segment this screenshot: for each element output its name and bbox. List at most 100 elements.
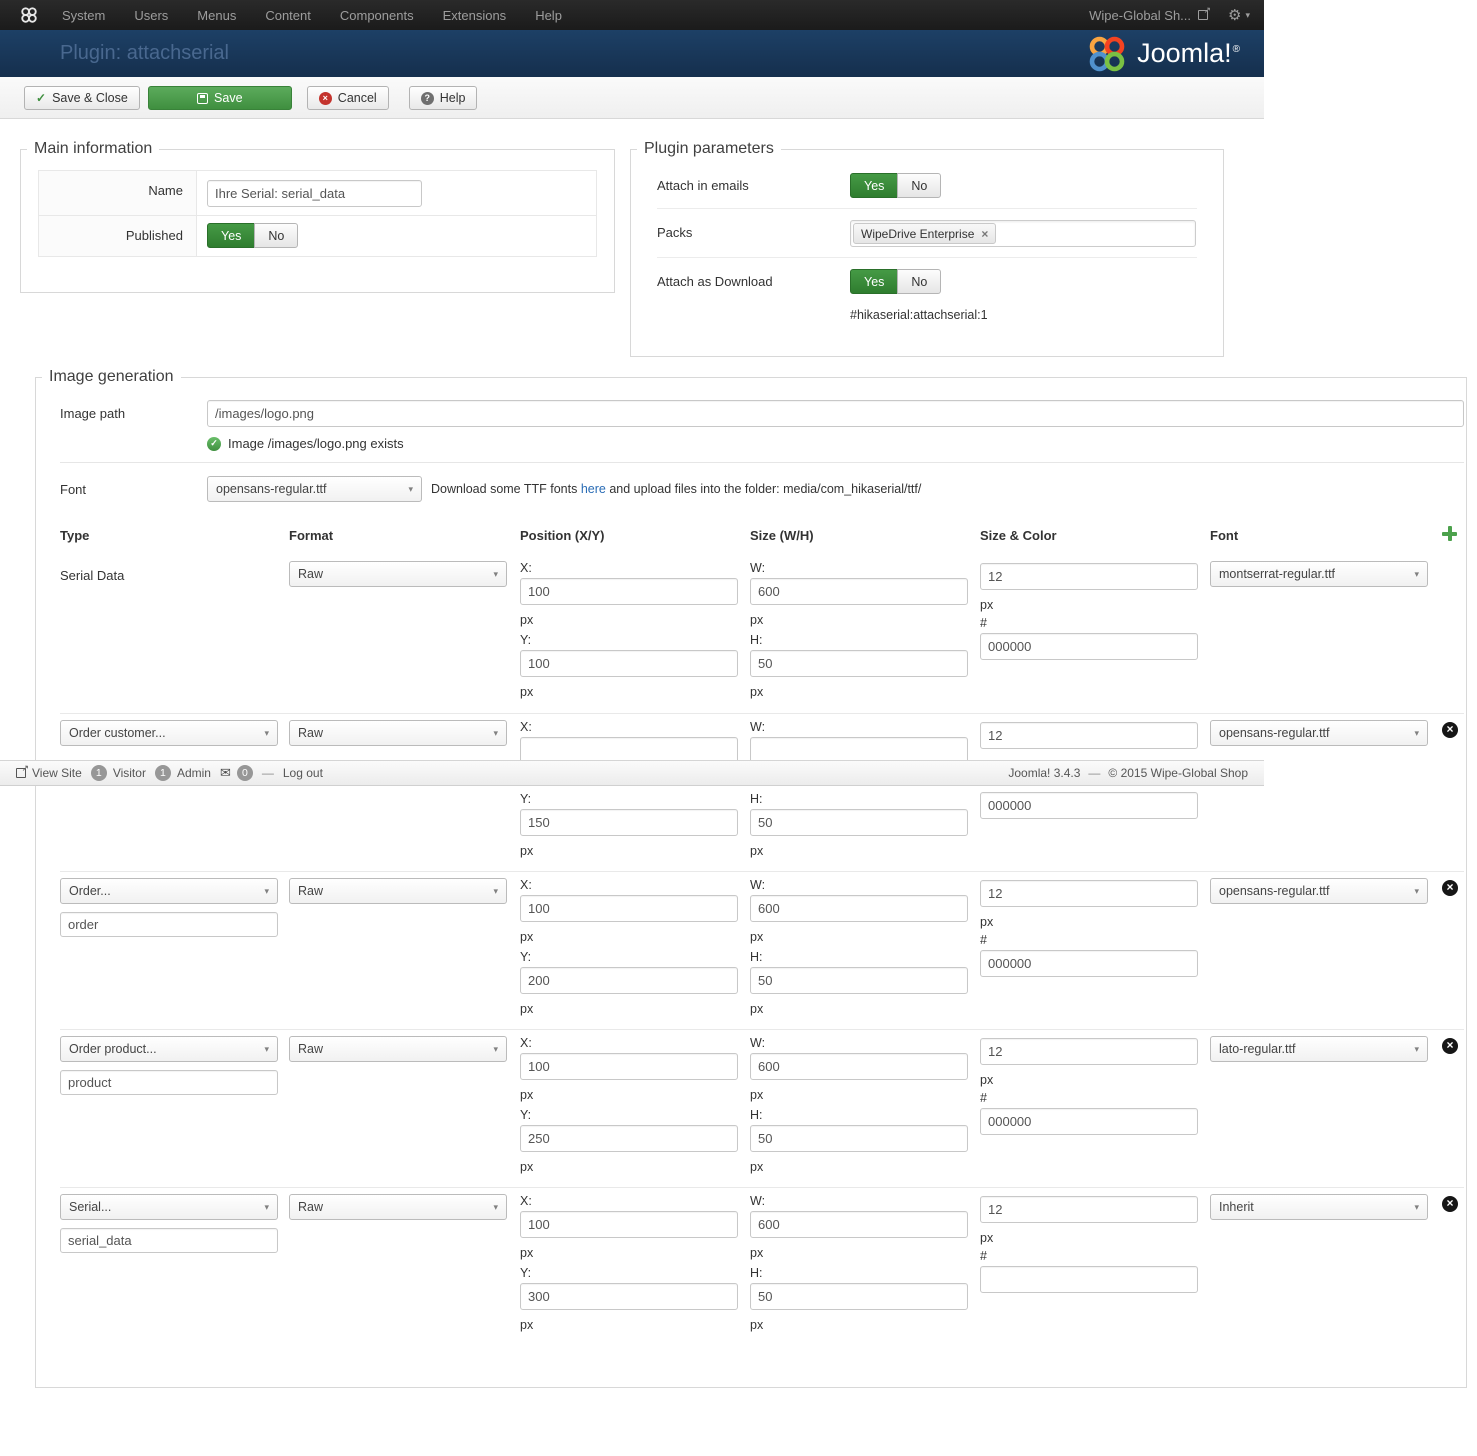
y-input[interactable] — [520, 1125, 738, 1152]
packs-input[interactable]: WipeDrive Enterprise × — [850, 220, 1196, 247]
delete-row-icon[interactable]: × — [1442, 722, 1458, 738]
y-input[interactable] — [520, 650, 738, 677]
row-font-select[interactable]: lato-regular.ttf ▾ — [1210, 1036, 1428, 1062]
help-icon: ? — [420, 91, 434, 105]
menu-item-users[interactable]: Users — [134, 8, 168, 23]
view-site-footer-link[interactable]: ↗ View Site — [16, 764, 82, 780]
name-input[interactable] — [207, 180, 422, 207]
row-font-select[interactable]: opensans-regular.ttf ▾ — [1210, 878, 1428, 904]
type-select[interactable]: Serial... ▾ — [60, 1194, 278, 1220]
font-size-input[interactable] — [980, 1038, 1198, 1065]
attach-emails-label: Attach in emails — [657, 178, 749, 193]
font-color-input[interactable] — [980, 950, 1198, 977]
font-select[interactable]: opensans-regular.ttf ▾ — [207, 476, 422, 502]
add-row-button[interactable] — [1442, 526, 1457, 544]
h-input[interactable] — [750, 1125, 968, 1152]
format-select[interactable]: Raw ▾ — [289, 561, 507, 587]
joomla-logo: Joomla!® — [1087, 34, 1240, 74]
font-size-input[interactable] — [980, 722, 1198, 749]
h-input[interactable] — [750, 809, 968, 836]
image-path-input[interactable] — [207, 400, 1464, 427]
save-button[interactable]: Save — [147, 86, 292, 110]
x-label: X: — [520, 878, 532, 892]
x-input[interactable] — [520, 1053, 738, 1080]
check-icon: ✓ — [36, 91, 47, 105]
h-label: H: — [750, 1266, 763, 1280]
help-button[interactable]: ? Help — [408, 86, 478, 110]
w-input[interactable] — [750, 895, 968, 922]
row-font-select[interactable]: opensans-regular.ttf ▾ — [1210, 720, 1428, 746]
save-close-button[interactable]: ✓ Save & Close — [24, 86, 140, 110]
menu-item-system[interactable]: System — [62, 8, 105, 23]
font-color-input[interactable] — [980, 792, 1198, 819]
h-label: H: — [750, 1108, 763, 1122]
font-color-input[interactable] — [980, 1108, 1198, 1135]
visitor-count-badge: 1 — [90, 765, 107, 781]
font-size-input[interactable] — [980, 1196, 1198, 1223]
success-check-icon: ✓ — [207, 436, 221, 451]
y-input[interactable] — [520, 809, 738, 836]
ttf-fonts-link[interactable]: here — [581, 482, 606, 496]
row-font-select[interactable]: montserrat-regular.ttf ▾ — [1210, 561, 1428, 587]
copyright: © 2015 Wipe-Global Shop — [1108, 766, 1248, 780]
delete-row-icon[interactable]: × — [1442, 1196, 1458, 1212]
delete-row-icon[interactable]: × — [1442, 1038, 1458, 1054]
y-input[interactable] — [520, 1283, 738, 1310]
cancel-button[interactable]: × Cancel — [306, 86, 389, 110]
view-site-link[interactable]: Wipe-Global Sh... ↗ — [1089, 6, 1211, 23]
attach-download-toggle: Yes No — [850, 269, 942, 294]
font-size-input[interactable] — [980, 880, 1198, 907]
x-input[interactable] — [520, 578, 738, 605]
font-color-input[interactable] — [980, 633, 1198, 660]
attach-download-yes-button[interactable]: Yes — [850, 269, 899, 294]
w-input[interactable] — [750, 1053, 968, 1080]
messages-link[interactable]: ✉ 0 — [220, 765, 253, 781]
published-yes-button[interactable]: Yes — [207, 223, 256, 248]
x-input[interactable] — [520, 1211, 738, 1238]
x-input[interactable] — [520, 895, 738, 922]
y-input[interactable] — [520, 967, 738, 994]
plugin-code: #hikaserial:attachserial:1 — [850, 308, 988, 322]
h-input[interactable] — [750, 1283, 968, 1310]
visitors-link[interactable]: 1 Visitor — [90, 765, 146, 781]
row-font-select[interactable]: Inherit ▾ — [1210, 1194, 1428, 1220]
attach-emails-yes-button[interactable]: Yes — [850, 173, 899, 198]
menu-item-content[interactable]: Content — [265, 8, 311, 23]
format-select[interactable]: Raw ▾ — [289, 1036, 507, 1062]
delete-row-icon[interactable]: × — [1442, 880, 1458, 896]
font-size-input[interactable] — [980, 563, 1198, 590]
type-select[interactable]: Order customer... ▾ — [60, 720, 278, 746]
type-value-input[interactable] — [60, 912, 278, 937]
format-select[interactable]: Raw ▾ — [289, 1194, 507, 1220]
w-label: W: — [750, 720, 766, 734]
w-input[interactable] — [750, 1211, 968, 1238]
h-input[interactable] — [750, 650, 968, 677]
admins-link[interactable]: 1 Admin — [154, 765, 211, 781]
px-label: px — [520, 930, 534, 944]
hash-label: # — [980, 1091, 987, 1105]
w-input[interactable] — [750, 578, 968, 605]
settings-menu-button[interactable]: ⚙ ▾ — [1228, 6, 1250, 24]
w-label: W: — [750, 878, 766, 892]
px-label: px — [520, 1318, 534, 1332]
attach-download-no-button[interactable]: No — [897, 269, 942, 294]
format-select[interactable]: Raw ▾ — [289, 720, 507, 746]
menu-item-components[interactable]: Components — [340, 8, 414, 23]
published-no-button[interactable]: No — [254, 223, 299, 248]
font-color-input[interactable] — [980, 1266, 1198, 1293]
h-input[interactable] — [750, 967, 968, 994]
format-select[interactable]: Raw ▾ — [289, 878, 507, 904]
type-value-input[interactable] — [60, 1228, 278, 1253]
px-label: px — [750, 1246, 764, 1260]
chevron-down-icon: ▾ — [1414, 727, 1419, 738]
attach-emails-no-button[interactable]: No — [897, 173, 942, 198]
menu-item-help[interactable]: Help — [535, 8, 562, 23]
topbar-right: Wipe-Global Sh... ↗ ⚙ ▾ — [1089, 6, 1250, 25]
menu-item-extensions[interactable]: Extensions — [443, 8, 507, 23]
menu-item-menus[interactable]: Menus — [197, 8, 236, 23]
type-select[interactable]: Order product... ▾ — [60, 1036, 278, 1062]
remove-tag-icon[interactable]: × — [981, 228, 988, 240]
type-select[interactable]: Order... ▾ — [60, 878, 278, 904]
logout-link[interactable]: Log out — [283, 766, 323, 780]
type-value-input[interactable] — [60, 1070, 278, 1095]
